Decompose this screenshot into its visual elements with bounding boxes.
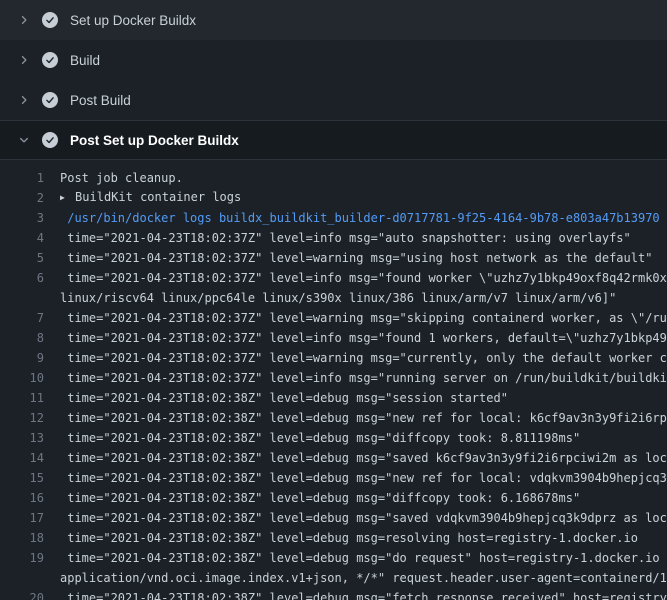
log-line-text: time="2021-04-23T18:02:37Z" level=info m… bbox=[60, 228, 667, 248]
log-line-text: time="2021-04-23T18:02:37Z" level=warnin… bbox=[60, 308, 667, 328]
log-line: 18 time="2021-04-23T18:02:38Z" level=deb… bbox=[0, 528, 667, 548]
log-line: 8 time="2021-04-23T18:02:37Z" level=info… bbox=[0, 328, 667, 348]
log-line-text: time="2021-04-23T18:02:37Z" level=warnin… bbox=[60, 248, 667, 268]
step-row[interactable]: Build bbox=[0, 40, 667, 80]
chevron-right-icon bbox=[16, 52, 32, 68]
log-line-text: time="2021-04-23T18:02:38Z" level=debug … bbox=[60, 468, 667, 488]
log-line: 9 time="2021-04-23T18:02:37Z" level=warn… bbox=[0, 348, 667, 368]
log-line-number[interactable]: 20 bbox=[0, 588, 44, 600]
log-line-number[interactable]: 16 bbox=[0, 488, 44, 508]
log-line-text: time="2021-04-23T18:02:38Z" level=debug … bbox=[60, 588, 667, 600]
check-circle-icon bbox=[42, 12, 58, 28]
log-line-number[interactable]: 17 bbox=[0, 508, 44, 528]
log-line-number[interactable]: 13 bbox=[0, 428, 44, 448]
log-line: 7 time="2021-04-23T18:02:37Z" level=warn… bbox=[0, 308, 667, 328]
log-line: 19 time="2021-04-23T18:02:38Z" level=deb… bbox=[0, 548, 667, 568]
step-row[interactable]: Post Build bbox=[0, 80, 667, 120]
chevron-right-icon bbox=[16, 12, 32, 28]
log-line-number[interactable]: 1 bbox=[0, 168, 44, 188]
log-line-number[interactable]: 6 bbox=[0, 268, 44, 288]
log-line-number[interactable]: 10 bbox=[0, 368, 44, 388]
log-line: 5 time="2021-04-23T18:02:37Z" level=warn… bbox=[0, 248, 667, 268]
step-label: Set up Docker Buildx bbox=[70, 13, 196, 28]
log-line-number[interactable]: 18 bbox=[0, 528, 44, 548]
log-line-text: time="2021-04-23T18:02:38Z" level=debug … bbox=[60, 488, 667, 508]
log-line: 11 time="2021-04-23T18:02:38Z" level=deb… bbox=[0, 388, 667, 408]
log-line-text: time="2021-04-23T18:02:37Z" level=info m… bbox=[60, 368, 667, 388]
log-line-text: time="2021-04-23T18:02:37Z" level=info m… bbox=[60, 328, 667, 348]
log-line: 14 time="2021-04-23T18:02:38Z" level=deb… bbox=[0, 448, 667, 468]
log-line-text: time="2021-04-23T18:02:38Z" level=debug … bbox=[60, 528, 667, 548]
log-line: 16 time="2021-04-23T18:02:38Z" level=deb… bbox=[0, 488, 667, 508]
log-line-text: time="2021-04-23T18:02:38Z" level=debug … bbox=[60, 448, 667, 468]
log-line-text: ▶ BuildKit container logs bbox=[60, 187, 667, 209]
check-circle-icon bbox=[42, 92, 58, 108]
log-line: 1 Post job cleanup. bbox=[0, 168, 667, 188]
log-line-number[interactable]: 3 bbox=[0, 208, 44, 228]
log-line-text: time="2021-04-23T18:02:38Z" level=debug … bbox=[60, 388, 667, 408]
check-circle-icon bbox=[42, 52, 58, 68]
log-line: 10 time="2021-04-23T18:02:37Z" level=inf… bbox=[0, 368, 667, 388]
chevron-right-icon bbox=[16, 132, 32, 148]
log-line-number[interactable]: 8 bbox=[0, 328, 44, 348]
log-line-number[interactable]: 14 bbox=[0, 448, 44, 468]
step-row[interactable]: Post Set up Docker Buildx bbox=[0, 120, 667, 160]
log-line-number[interactable]: 4 bbox=[0, 228, 44, 248]
log-group-caret-icon[interactable]: ▶ bbox=[60, 188, 65, 208]
log-output: 1 Post job cleanup. 2 ▶ BuildKit contain… bbox=[0, 160, 667, 600]
check-circle-icon bbox=[42, 132, 58, 148]
step-list: Set up Docker Buildx Build Post Build bbox=[0, 0, 667, 160]
log-line-text: linux/riscv64 linux/ppc64le linux/s390x … bbox=[60, 288, 667, 308]
step-row[interactable]: Set up Docker Buildx bbox=[0, 0, 667, 40]
step-label: Post Build bbox=[70, 93, 131, 108]
log-line-number[interactable]: 9 bbox=[0, 348, 44, 368]
log-line: 15 time="2021-04-23T18:02:38Z" level=deb… bbox=[0, 468, 667, 488]
step-label: Build bbox=[70, 53, 100, 68]
log-line-text: time="2021-04-23T18:02:38Z" level=debug … bbox=[60, 548, 667, 568]
log-line-text: Post job cleanup. bbox=[60, 168, 667, 188]
log-line: 17 time="2021-04-23T18:02:38Z" level=deb… bbox=[0, 508, 667, 528]
log-line: 12 time="2021-04-23T18:02:38Z" level=deb… bbox=[0, 408, 667, 428]
log-line-number[interactable]: 15 bbox=[0, 468, 44, 488]
log-line: 20 time="2021-04-23T18:02:38Z" level=deb… bbox=[0, 588, 667, 600]
log-line: application/vnd.oci.image.index.v1+json,… bbox=[0, 568, 667, 588]
log-line: 4 time="2021-04-23T18:02:37Z" level=info… bbox=[0, 228, 667, 248]
step-label: Post Set up Docker Buildx bbox=[70, 133, 239, 148]
log-line-text: time="2021-04-23T18:02:38Z" level=debug … bbox=[60, 428, 667, 448]
log-line-number[interactable]: 12 bbox=[0, 408, 44, 428]
chevron-right-icon bbox=[16, 92, 32, 108]
log-line-number[interactable]: 19 bbox=[0, 548, 44, 568]
log-line-number[interactable]: 5 bbox=[0, 248, 44, 268]
log-line-text: time="2021-04-23T18:02:38Z" level=debug … bbox=[60, 508, 667, 528]
workflow-log-viewer: Set up Docker Buildx Build Post Build bbox=[0, 0, 667, 600]
log-line: 3 /usr/bin/docker logs buildx_buildkit_b… bbox=[0, 208, 667, 228]
log-line[interactable]: 2 ▶ BuildKit container logs bbox=[0, 188, 667, 208]
log-line: 6 time="2021-04-23T18:02:37Z" level=info… bbox=[0, 268, 667, 288]
log-line-number[interactable]: 2 bbox=[0, 188, 44, 208]
log-line-text: /usr/bin/docker logs buildx_buildkit_bui… bbox=[60, 208, 667, 228]
log-line-text: time="2021-04-23T18:02:37Z" level=info m… bbox=[60, 268, 667, 288]
log-line: linux/riscv64 linux/ppc64le linux/s390x … bbox=[0, 288, 667, 308]
log-line-number[interactable]: 7 bbox=[0, 308, 44, 328]
log-line-text: time="2021-04-23T18:02:37Z" level=warnin… bbox=[60, 348, 667, 368]
log-line-text: time="2021-04-23T18:02:38Z" level=debug … bbox=[60, 408, 667, 428]
log-line-number[interactable]: 11 bbox=[0, 388, 44, 408]
log-line-text: application/vnd.oci.image.index.v1+json,… bbox=[60, 568, 667, 588]
log-line: 13 time="2021-04-23T18:02:38Z" level=deb… bbox=[0, 428, 667, 448]
